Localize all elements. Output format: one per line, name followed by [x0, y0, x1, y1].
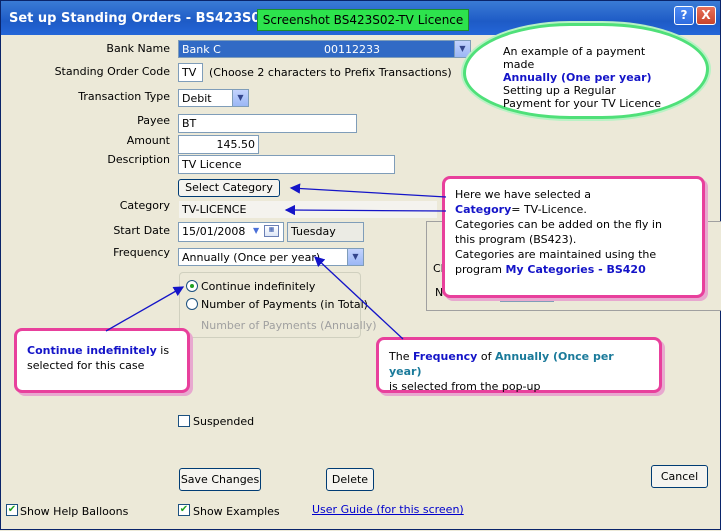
arrow-to-frequency: [314, 256, 404, 340]
arrow-to-category: [284, 204, 447, 216]
standing-orders-window: Set up Standing Orders - BS423S02 Screen…: [0, 0, 721, 530]
arrow-to-select-category: [289, 183, 447, 198]
callout-arrows: [105, 183, 447, 340]
arrow-to-continue: [105, 286, 185, 332]
